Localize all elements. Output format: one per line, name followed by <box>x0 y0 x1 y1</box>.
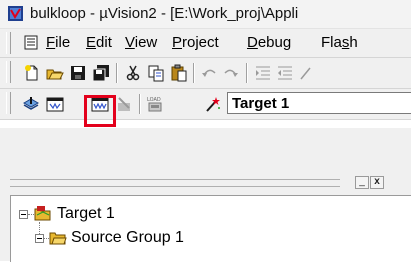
panel-drag-grip[interactable] <box>10 179 340 187</box>
load-label: LOAD <box>147 97 161 103</box>
build-toolbar-grip[interactable] <box>6 92 11 114</box>
collapse-toggle-icon[interactable] <box>35 234 44 243</box>
window-title: bulkloop - µVision2 - [E:\Work_proj\Appl… <box>30 5 299 22</box>
collapse-toggle-icon[interactable] <box>19 210 28 219</box>
tree-item-label: Source Group 1 <box>71 229 184 246</box>
undo-icon[interactable] <box>200 64 218 82</box>
cut-icon[interactable] <box>124 64 142 82</box>
build-target-icon[interactable] <box>46 95 64 113</box>
menubar-grip[interactable] <box>6 32 11 54</box>
menu-edit[interactable]: Edit <box>86 34 112 51</box>
uvision-app-icon <box>8 6 23 21</box>
folder-icon <box>49 232 67 245</box>
options-wand-icon[interactable] <box>204 95 222 113</box>
target-folder-icon <box>34 206 51 221</box>
translate-icon[interactable] <box>22 95 40 113</box>
panel-close-button[interactable]: x <box>370 176 384 189</box>
stop-build-icon[interactable] <box>115 95 133 113</box>
toolbar-separator <box>116 63 117 83</box>
file-toolbar-grip[interactable] <box>6 61 11 83</box>
copy-icon[interactable] <box>147 64 165 82</box>
outdent-icon[interactable] <box>276 64 294 82</box>
menu-bar: File Edit View Project Debug Flash <box>0 29 411 58</box>
project-panel-header: _ x <box>6 176 392 190</box>
project-tree: Target 1 Source Group 1 <box>10 195 411 262</box>
rebuild-all-icon[interactable] <box>91 95 109 113</box>
document-menu-icon <box>24 35 38 50</box>
redo-icon[interactable] <box>222 64 240 82</box>
menu-project[interactable]: Project <box>172 34 219 51</box>
save-all-icon[interactable] <box>92 64 110 82</box>
open-folder-icon[interactable] <box>46 64 64 82</box>
save-icon[interactable] <box>69 64 87 82</box>
toolbar-separator <box>246 63 247 83</box>
target-select[interactable]: Target 1 <box>227 92 411 114</box>
menu-debug[interactable]: Debug <box>247 34 291 51</box>
toolbar-separator <box>139 94 140 114</box>
new-file-icon[interactable] <box>23 64 41 82</box>
menu-flash[interactable]: Flash <box>321 34 358 51</box>
toolbar-separator <box>193 63 194 83</box>
tree-item-label: Target 1 <box>57 205 115 222</box>
paste-icon[interactable] <box>170 64 188 82</box>
target-select-value: Target 1 <box>232 95 290 112</box>
menu-file[interactable]: File <box>46 34 70 51</box>
download-icon[interactable]: LOAD <box>146 95 164 113</box>
tree-item-source-group[interactable]: Source Group 1 <box>11 222 401 250</box>
menu-view[interactable]: View <box>125 34 157 51</box>
pencil-icon[interactable] <box>298 64 316 82</box>
tree-item-target[interactable]: Target 1 <box>11 204 401 226</box>
build-toolbar: LOAD Target 1 <box>0 89 411 120</box>
title-bar: bulkloop - µVision2 - [E:\Work_proj\Appl… <box>0 0 411 29</box>
indent-icon[interactable] <box>254 64 272 82</box>
file-toolbar <box>0 58 411 89</box>
panel-minimize-button[interactable]: _ <box>355 176 369 189</box>
